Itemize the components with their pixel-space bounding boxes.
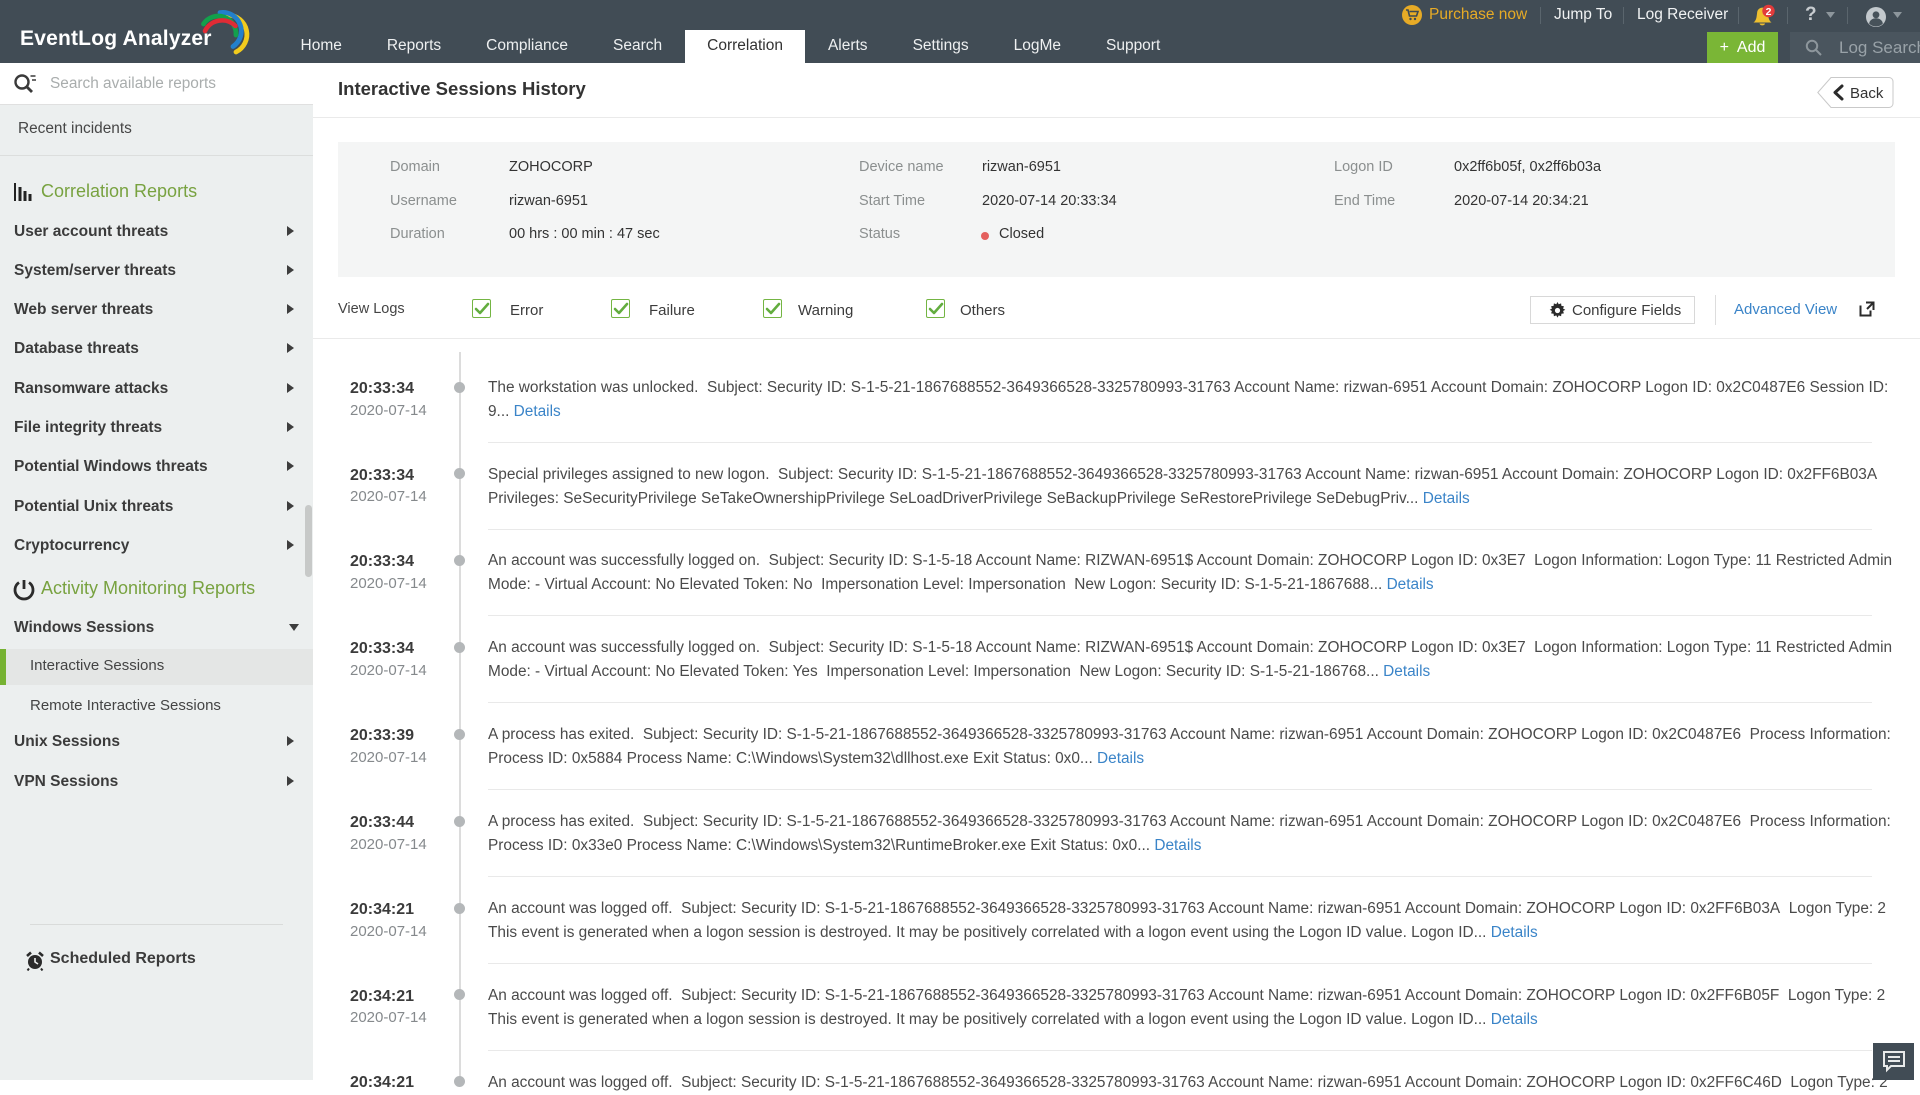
svg-text:2: 2: [1766, 6, 1772, 18]
svg-text:Back: Back: [1850, 85, 1884, 102]
